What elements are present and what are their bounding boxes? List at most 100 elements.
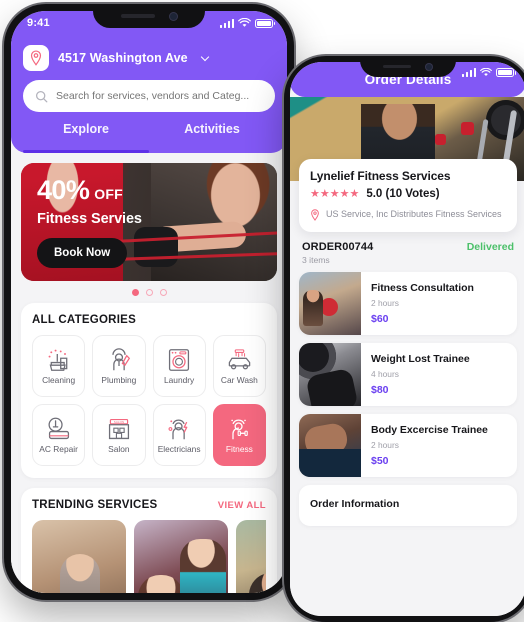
- order-item-row[interactable]: Fitness Consultation 2 hours $60: [299, 272, 517, 335]
- item-name: Fitness Consultation: [371, 282, 474, 294]
- status-badge: Delivered: [466, 241, 514, 253]
- wifi-icon: [238, 18, 251, 27]
- category-ac-repair[interactable]: AC Repair: [32, 404, 86, 466]
- book-now-button[interactable]: Book Now: [37, 238, 128, 268]
- trending-services-card: TRENDING SERVICES VIEW ALL: [21, 488, 277, 593]
- battery-icon: [255, 18, 276, 28]
- business-name: Lynelief Fitness Services: [310, 169, 451, 183]
- categories-title: ALL CATEGORIES: [32, 314, 137, 326]
- all-categories-card: ALL CATEGORIES Cleaning Plumbing Laundry…: [21, 303, 277, 478]
- phone-right: Order Details Lynelief Fitness Services …: [284, 56, 524, 622]
- battery-icon: [496, 68, 517, 77]
- category-label: Laundry: [163, 374, 195, 385]
- order-information-card: Order Information: [299, 485, 517, 526]
- category-cleaning[interactable]: Cleaning: [32, 335, 86, 397]
- item-name: Weight Lost Trainee: [371, 353, 470, 365]
- item-thumbnail: [299, 343, 361, 406]
- cellular-bars-icon: [219, 18, 234, 28]
- tab-explore[interactable]: Explore: [23, 122, 149, 153]
- item-details: Fitness Consultation 2 hours $60: [371, 272, 517, 335]
- status-icons: [461, 68, 517, 77]
- carousel-dot-2[interactable]: [145, 289, 153, 296]
- business-address-row: US Service, Inc Distributes Fitness Serv…: [310, 208, 506, 221]
- cellular-bars-icon: [461, 68, 476, 77]
- explore-header: 9:41 4517 Washington Ave Search for serv…: [11, 11, 287, 153]
- carousel-dot-1[interactable]: [131, 289, 139, 296]
- location-selector[interactable]: 4517 Washington Ave: [23, 39, 275, 80]
- item-price: $80: [371, 384, 389, 396]
- order-number: ORDER00744: [302, 241, 374, 253]
- item-thumbnail: [299, 272, 361, 335]
- rating-row: ★★★★★ 5.0 (10 Votes): [310, 188, 506, 200]
- order-information-title: Order Information: [310, 498, 400, 510]
- location-label: 4517 Washington Ave: [58, 51, 188, 65]
- search-bar[interactable]: [23, 80, 275, 112]
- category-plumbing[interactable]: Plumbing: [92, 335, 146, 397]
- chevron-down-icon: [200, 52, 209, 61]
- rating-value: 5.0 (10 Votes): [366, 188, 440, 200]
- category-label: Plumbing: [101, 374, 137, 385]
- front-camera: [168, 11, 178, 21]
- broom-bucket-icon: [48, 349, 67, 371]
- explore-tabs: Explore Activities: [23, 122, 275, 153]
- category-fitness[interactable]: Fitness: [212, 404, 266, 466]
- carousel-dot-3[interactable]: [159, 289, 167, 296]
- status-icons: [219, 18, 276, 28]
- promo-subtitle: Fitness Servies: [37, 211, 142, 227]
- category-car-wash[interactable]: Car Wash: [212, 335, 266, 397]
- status-clock: 9:41: [27, 17, 50, 29]
- trending-item[interactable]: [134, 520, 228, 593]
- star-rating-icon: ★★★★★: [310, 187, 360, 200]
- phone-notch: [93, 4, 205, 28]
- item-name: Body Excercise Trainee: [371, 424, 488, 436]
- trending-header: TRENDING SERVICES VIEW ALL: [32, 499, 266, 511]
- item-duration: 4 hours: [371, 369, 399, 379]
- air-conditioner-icon: [48, 417, 69, 439]
- order-summary-row: ORDER00744 3 items Delivered: [299, 232, 517, 272]
- search-input[interactable]: [56, 90, 263, 102]
- left-screen: 9:41 4517 Washington Ave Search for serv…: [11, 11, 287, 593]
- item-thumbnail: [299, 414, 361, 477]
- item-details: Body Excercise Trainee 2 hours $50: [371, 414, 517, 477]
- category-label: Electricians: [157, 443, 201, 454]
- category-salon[interactable]: SALON Salon: [92, 404, 146, 466]
- speaker-grille: [383, 64, 411, 69]
- order-item-row[interactable]: Weight Lost Trainee 4 hours $80: [299, 343, 517, 406]
- order-items-count: 3 items: [302, 255, 330, 265]
- item-price: $50: [371, 455, 389, 467]
- category-electricians[interactable]: Electricians: [152, 404, 206, 466]
- search-icon: [35, 90, 48, 102]
- hero-weight-plate: [486, 100, 524, 141]
- category-label: AC Repair: [39, 443, 78, 454]
- category-label: Cleaning: [42, 374, 76, 385]
- phone-notch: [360, 56, 456, 77]
- tab-activities[interactable]: Activities: [149, 122, 275, 143]
- trending-item[interactable]: [236, 520, 266, 593]
- wifi-icon: [480, 68, 492, 76]
- promo-discount: 40%: [37, 175, 90, 205]
- hero-red-clip: [461, 122, 475, 136]
- trending-list: [32, 520, 266, 593]
- business-address: US Service, Inc Distributes Fitness Serv…: [326, 209, 502, 219]
- category-label: Car Wash: [220, 374, 258, 385]
- order-item-row[interactable]: Body Excercise Trainee 2 hours $50: [299, 414, 517, 477]
- item-price: $60: [371, 313, 389, 325]
- trending-title: TRENDING SERVICES: [32, 499, 158, 511]
- category-label: Salon: [108, 443, 130, 454]
- electrician-icon: [168, 419, 188, 440]
- order-details-body: Lynelief Fitness Services ★★★★★ 5.0 (10 …: [290, 159, 524, 616]
- item-details: Weight Lost Trainee 4 hours $80: [371, 343, 517, 406]
- business-card: Lynelief Fitness Services ★★★★★ 5.0 (10 …: [299, 159, 517, 232]
- promo-discount-line: 40% OFF: [37, 177, 142, 204]
- item-duration: 2 hours: [371, 298, 399, 308]
- category-label: Fitness: [225, 443, 253, 454]
- promo-off-label: OFF: [94, 186, 123, 202]
- promo-banner[interactable]: 40% OFF Fitness Servies Book Now: [21, 163, 277, 281]
- explore-body: 40% OFF Fitness Servies Book Now ALL CATE…: [11, 153, 287, 593]
- washing-machine-icon: [169, 348, 190, 371]
- trending-item[interactable]: [32, 520, 126, 593]
- view-all-link[interactable]: VIEW ALL: [218, 500, 266, 511]
- item-duration: 2 hours: [371, 440, 399, 450]
- category-laundry[interactable]: Laundry: [152, 335, 206, 397]
- front-camera: [425, 62, 433, 71]
